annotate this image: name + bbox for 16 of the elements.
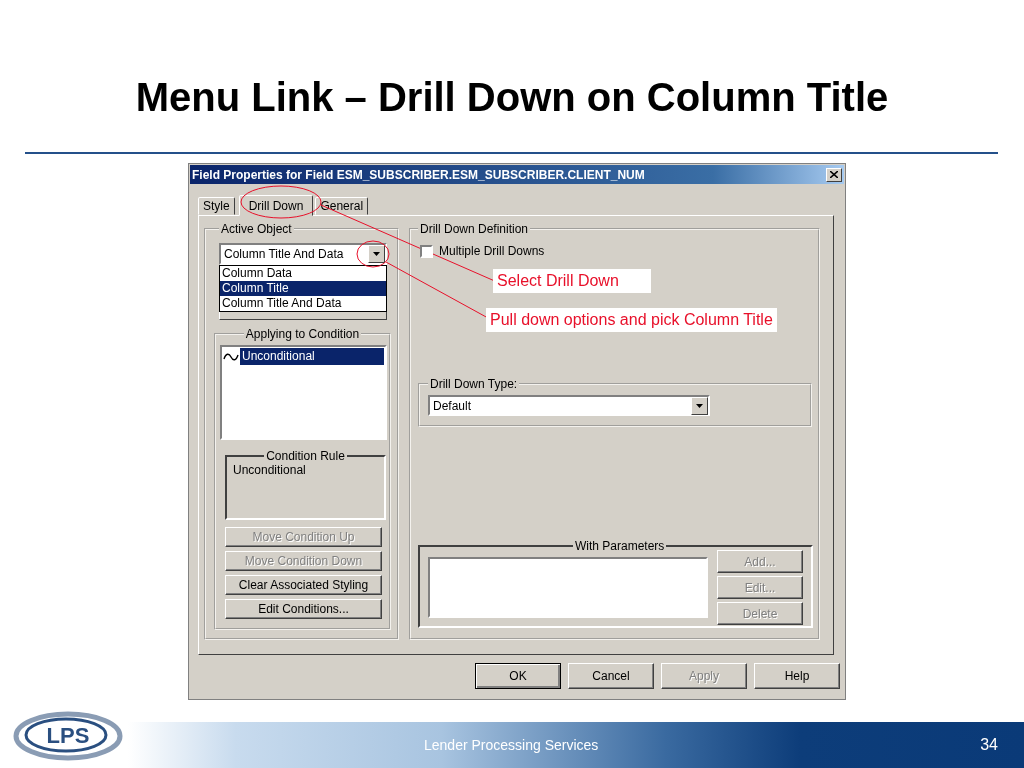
callout-note: Select Drill Down — [493, 269, 651, 293]
page-number: 34 — [980, 736, 998, 754]
group-label: Condition Rule — [265, 449, 346, 463]
window-title: Field Properties for Field ESM_SUBSCRIBER.ESM_SUBSCRIBER.CLIENT_NUM — [192, 167, 645, 182]
checkbox-label: Multiple Drill Downs — [439, 244, 545, 258]
combo-value: Column Title And Data — [224, 247, 344, 261]
group-label: Active Object — [220, 222, 293, 236]
group-label: With Parameters — [574, 539, 666, 553]
slide-title: Menu Link – Drill Down on Column Title — [134, 74, 890, 121]
footer-text: Lender Processing Services — [424, 737, 599, 753]
select-value: Default — [433, 398, 472, 413]
rule-text: Unconditional — [233, 463, 307, 477]
group-label: Applying to Condition — [244, 327, 361, 341]
group-label: Drill Down Type: — [429, 377, 519, 391]
callout-note: Pull down options and pick Column Title — [486, 308, 777, 332]
group-label: Drill Down Definition — [419, 222, 530, 236]
